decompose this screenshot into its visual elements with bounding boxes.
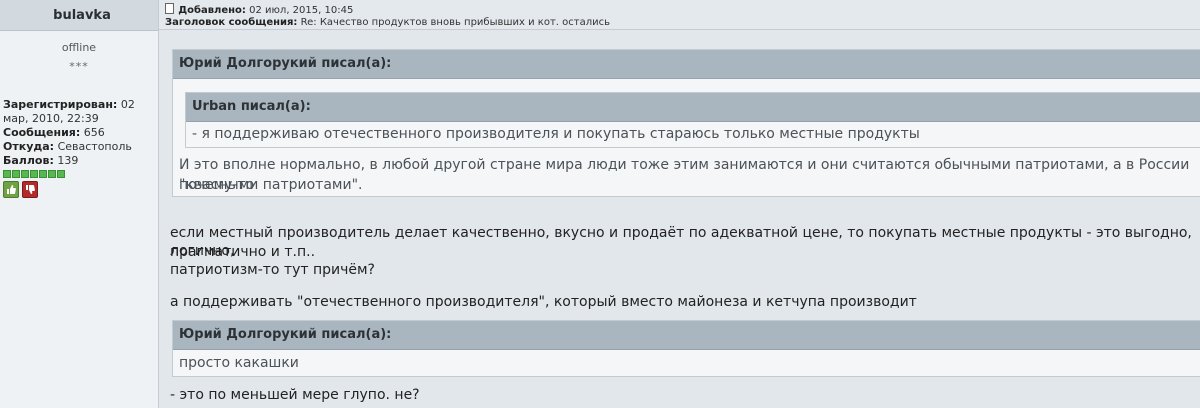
- messages-label: Сообщения:: [3, 126, 81, 139]
- points-row: Баллов: 139: [3, 154, 158, 168]
- reputation-bar: [0, 170, 158, 178]
- author-sidebar: bulavka offline *** Зарегистрирован: 02 …: [0, 0, 159, 408]
- thumbs-down-icon[interactable]: [22, 181, 38, 198]
- reputation-square: [48, 170, 56, 178]
- nested-quote-author: Urban писал(а):: [186, 93, 1200, 122]
- post-body: Юрий Долгорукий писал(а): Urban писал(а)…: [159, 31, 1200, 408]
- reputation-square: [12, 170, 20, 178]
- author-status: offline: [61, 41, 97, 54]
- author-header: bulavka: [0, 0, 158, 31]
- messages-value: 656: [83, 126, 105, 139]
- points-value: 139: [57, 154, 79, 167]
- added-value: 02 июл, 2015, 10:45: [249, 5, 354, 16]
- location-label: Откуда:: [3, 140, 55, 153]
- author-profile: Зарегистрирован: 02 мар, 2010, 22:39 Соо…: [0, 98, 158, 168]
- body-line-1: если местный производитель делает качест…: [170, 225, 1192, 259]
- messages-row: Сообщения: 656: [3, 126, 158, 140]
- quote-block-nested: Urban писал(а): - я поддерживаю отечеств…: [185, 92, 1200, 148]
- body-line-2: прагматично и т.п..: [170, 244, 316, 260]
- author-rank: ***: [69, 60, 89, 73]
- post-date-row: Добавлено: 02 июл, 2015, 10:45: [165, 3, 1200, 17]
- quote-text-line2: "квасными патриотами".: [179, 177, 363, 193]
- quote-author-second: Юрий Долгорукий писал(а):: [173, 321, 1200, 350]
- subject-value: Re: Качество продуктов вновь прибывших и…: [300, 17, 610, 28]
- quote-block-outer: Юрий Долгорукий писал(а): Urban писал(а)…: [172, 49, 1200, 197]
- vote-row: [0, 181, 158, 198]
- reputation-square: [57, 170, 65, 178]
- post-icon[interactable]: [165, 3, 174, 14]
- reputation-square: [39, 170, 47, 178]
- registered-label: Зарегистрирован:: [3, 98, 118, 111]
- subject-label: Заголовок сообщения:: [165, 17, 298, 28]
- reputation-square: [21, 170, 29, 178]
- location-row: Откуда: Севастополь: [3, 140, 158, 154]
- body-line-4: а поддерживать "отечественного производи…: [170, 294, 917, 310]
- quote-text-second: просто какашки: [179, 355, 299, 371]
- author-name[interactable]: bulavka: [53, 8, 111, 23]
- added-label: Добавлено:: [178, 5, 246, 16]
- post-header: Добавлено: 02 июл, 2015, 10:45 Заголовок…: [159, 0, 1200, 30]
- location-value: Севастополь: [57, 140, 132, 153]
- quote-author: Юрий Долгорукий писал(а):: [173, 50, 1200, 79]
- closing-line: - это по меньшей мере глупо. не?: [170, 387, 420, 403]
- thumbs-up-icon[interactable]: [3, 181, 19, 198]
- quote-block-second: Юрий Долгорукий писал(а): просто какашки: [172, 320, 1200, 377]
- nested-quote-text: - я поддерживаю отечественного производи…: [192, 126, 920, 142]
- post-subject-row: Заголовок сообщения: Re: Качество продук…: [165, 17, 1200, 29]
- body-line-3: патриотизм-то тут причём?: [170, 262, 375, 278]
- reputation-square: [3, 170, 11, 178]
- points-label: Баллов:: [3, 154, 54, 167]
- reputation-square: [30, 170, 38, 178]
- registered-row: Зарегистрирован: 02 мар, 2010, 22:39: [3, 98, 158, 126]
